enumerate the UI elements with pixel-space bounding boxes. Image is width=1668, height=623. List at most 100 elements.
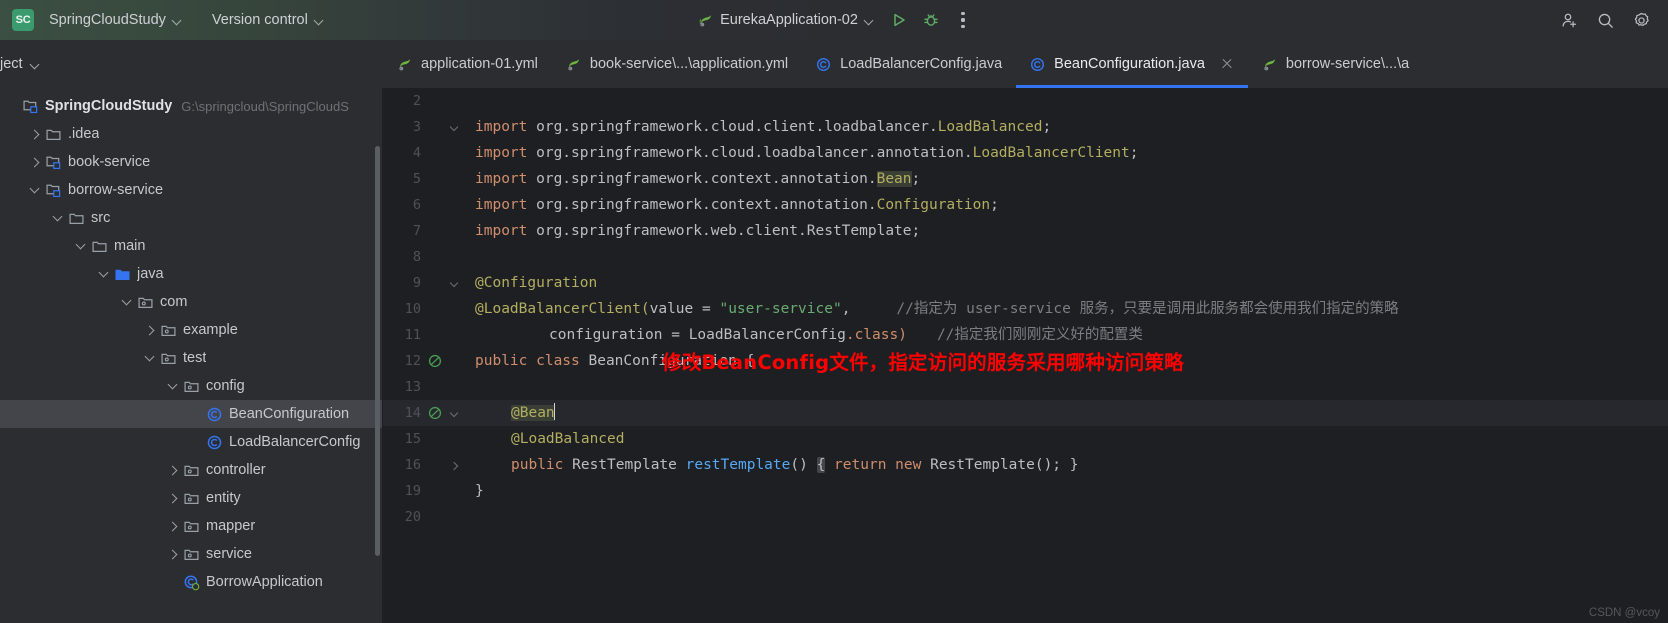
package-icon xyxy=(183,378,200,395)
fold-chevron-down-icon[interactable] xyxy=(447,409,461,418)
close-icon[interactable] xyxy=(1220,57,1234,71)
editor-tab-book-service-application-yml[interactable]: book-service\...\application.yml xyxy=(552,40,802,88)
title-bar-left: SC SpringCloudStudy Version control xyxy=(0,8,330,32)
tree-item-test[interactable]: test xyxy=(0,344,382,372)
spring-yaml-icon xyxy=(397,57,412,72)
gutter-line-4: 4 xyxy=(383,140,467,166)
tree-item-entity[interactable]: entity xyxy=(0,484,382,512)
tree-item-beanconfiguration[interactable]: BeanConfiguration xyxy=(0,400,382,428)
tree-item-borrowapplication[interactable]: BorrowApplication xyxy=(0,568,382,596)
gutter-line-2: 2 xyxy=(383,88,467,114)
tree-item-java[interactable]: java xyxy=(0,260,382,288)
add-user-icon xyxy=(1562,13,1576,27)
chevron-right-icon[interactable] xyxy=(27,126,43,142)
tree-item-mapper[interactable]: mapper xyxy=(0,512,382,540)
tree-item-label: com xyxy=(160,294,188,310)
fold-chevron-down-icon[interactable] xyxy=(447,123,461,132)
editor-tab-borrow-service-yml[interactable]: borrow-service\...\a xyxy=(1248,40,1423,88)
line-number: 2 xyxy=(412,93,421,109)
import-package: org.springframework.context.annotation. xyxy=(527,171,877,187)
line-number: 16 xyxy=(404,457,421,473)
editor-tabs: application-01.yml book-service\...\appl… xyxy=(383,40,1668,88)
tree-item-label: src xyxy=(91,210,111,226)
folded-brace-close: } xyxy=(1069,457,1079,473)
keyword-return: return xyxy=(834,457,887,473)
editor-tab-application-01-yml[interactable]: application-01.yml xyxy=(383,40,552,88)
chevron-right-icon[interactable] xyxy=(165,518,181,534)
chevron-down-icon[interactable] xyxy=(119,294,135,310)
fold-chevron-right-icon[interactable] xyxy=(447,461,461,470)
chevron-down-icon[interactable] xyxy=(27,182,43,198)
debug-button[interactable] xyxy=(916,5,946,35)
more-options-button[interactable] xyxy=(948,5,978,35)
tree-item-springcloudstudy[interactable]: SpringCloudStudy G:\springcloud\SpringClo… xyxy=(0,92,382,120)
editor-gutter: 2 3 4 5 6 7 8 9 10 11 12 13 14 15 16 19 20 xyxy=(383,88,467,623)
tree-item-borrow-service[interactable]: borrow-service xyxy=(0,176,382,204)
bean-gutter-icon[interactable] xyxy=(423,351,447,371)
debug-icon xyxy=(924,14,938,26)
editor-tab-label: borrow-service\...\a xyxy=(1285,56,1410,72)
line-number: 9 xyxy=(412,275,421,291)
chevron-right-icon[interactable] xyxy=(165,546,181,562)
chevron-down-icon[interactable] xyxy=(73,238,89,254)
fold-chevron-down-icon[interactable] xyxy=(447,279,461,288)
spring-class-icon xyxy=(183,574,200,591)
chevron-down-icon[interactable] xyxy=(50,210,66,226)
tab-bar: ject application-01.yml book-service\...… xyxy=(0,40,1668,88)
chevron-down-icon[interactable] xyxy=(142,350,158,366)
tree-item-config[interactable]: config xyxy=(0,372,382,400)
chevron-down-icon xyxy=(31,60,40,69)
folded-brace-open[interactable]: { xyxy=(816,457,826,473)
tree-item-label: mapper xyxy=(206,518,256,534)
tree-item-label: borrow-service xyxy=(68,182,164,198)
search-button[interactable] xyxy=(1590,5,1620,35)
tree-item-src[interactable]: src xyxy=(0,204,382,232)
version-control-label: Version control xyxy=(211,12,308,28)
chevron-right-icon[interactable] xyxy=(165,490,181,506)
tree-item-com[interactable]: com xyxy=(0,288,382,316)
tree-item-main[interactable]: main xyxy=(0,232,382,260)
tree-no-arrow xyxy=(188,434,204,450)
chevron-right-icon[interactable] xyxy=(27,154,43,170)
keyword-public: public xyxy=(511,457,564,473)
tree-item-example[interactable]: example xyxy=(0,316,382,344)
chevron-down-icon xyxy=(173,16,182,25)
return-type: RestTemplate xyxy=(563,457,686,473)
chevron-right-icon[interactable] xyxy=(165,462,181,478)
project-name-menu[interactable]: SpringCloudStudy xyxy=(43,8,188,32)
project-tree: SpringCloudStudy G:\springcloud\SpringClo… xyxy=(0,88,382,623)
version-control-menu[interactable]: Version control xyxy=(206,8,330,32)
chevron-down-icon[interactable] xyxy=(165,378,181,394)
sidebar-scrollbar[interactable] xyxy=(375,146,380,556)
tree-item-controller[interactable]: controller xyxy=(0,456,382,484)
editor-tab-beanconfiguration-java[interactable]: BeanConfiguration.java xyxy=(1016,40,1248,88)
settings-button[interactable] xyxy=(1626,5,1656,35)
chevron-down-icon xyxy=(315,16,324,25)
editor-content[interactable]: import org.springframework.cloud.client.… xyxy=(467,88,1668,623)
fold-glyph xyxy=(450,409,459,418)
bean-gutter-icon[interactable] xyxy=(423,403,447,423)
run-button[interactable] xyxy=(884,5,914,35)
fold-glyph xyxy=(450,279,459,288)
spring-yaml-icon xyxy=(566,57,581,72)
chevron-right-icon[interactable] xyxy=(142,322,158,338)
project-tool-window-header[interactable]: ject xyxy=(0,56,40,72)
tree-item--idea[interactable]: .idea xyxy=(0,120,382,148)
chevron-down-icon[interactable] xyxy=(96,266,112,282)
tree-item-book-service[interactable]: book-service xyxy=(0,148,382,176)
tree-item-service[interactable]: service xyxy=(0,540,382,568)
run-configuration-selector[interactable]: EurekaApplication-02 xyxy=(690,8,882,32)
semicolon: ; xyxy=(911,223,921,239)
gutter-mark-empty xyxy=(423,221,447,241)
type-loadbalancerconfig: LoadBalancerConfig xyxy=(688,327,846,343)
code-line-11: configuration = LoadBalancerConfig.class… xyxy=(467,322,1668,348)
main-area: SpringCloudStudy G:\springcloud\SpringClo… xyxy=(0,88,1668,623)
module-folder-icon xyxy=(22,98,39,115)
add-user-button[interactable] xyxy=(1554,5,1584,35)
fold-glyph xyxy=(450,123,459,132)
close-brace: } xyxy=(475,483,484,499)
editor-tab-loadbalancerconfig-java[interactable]: LoadBalancerConfig.java xyxy=(802,40,1016,88)
code-line-15: @LoadBalanced xyxy=(467,426,1668,452)
tree-item-loadbalancerconfig[interactable]: LoadBalancerConfig xyxy=(0,428,382,456)
